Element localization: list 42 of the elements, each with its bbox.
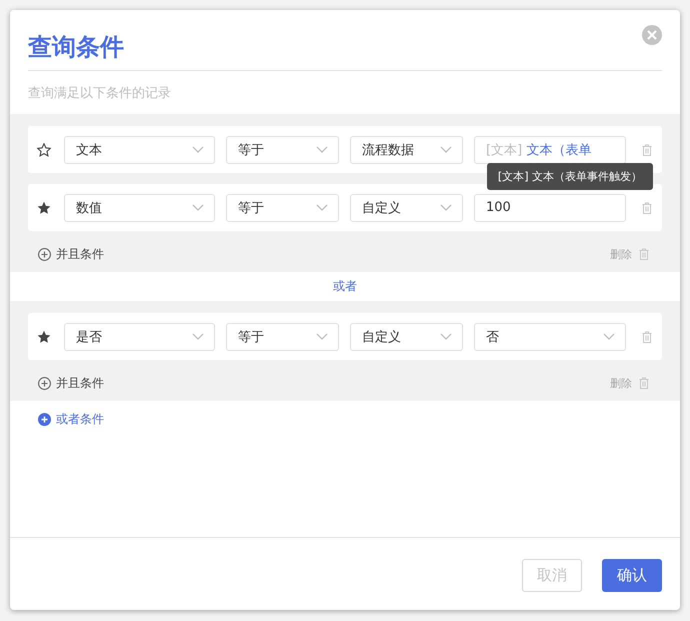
add-and-condition-button[interactable]: 并且条件 bbox=[28, 374, 104, 392]
chevron-down-icon bbox=[440, 146, 452, 153]
source-select[interactable]: 自定义 bbox=[350, 322, 463, 350]
confirm-button[interactable]: 确认 bbox=[602, 559, 662, 592]
tooltip: [文本] 文本（表单事件触发） bbox=[486, 162, 653, 190]
chevron-down-icon bbox=[192, 333, 204, 340]
chevron-down-icon bbox=[316, 333, 328, 340]
value-field[interactable]: [文本] 文本（表单 bbox=[474, 136, 626, 164]
star-icon[interactable] bbox=[37, 330, 51, 344]
field-select[interactable]: 数值 bbox=[64, 194, 215, 222]
trash-icon[interactable] bbox=[642, 202, 652, 214]
add-and-condition-button[interactable]: 并且条件 bbox=[28, 246, 104, 262]
add-icon bbox=[38, 413, 51, 426]
chevron-down-icon bbox=[603, 333, 615, 340]
trash-icon[interactable] bbox=[639, 248, 649, 260]
chevron-down-icon bbox=[440, 204, 452, 211]
field-select[interactable]: 文本 bbox=[64, 136, 215, 164]
operator-select[interactable]: 等于 bbox=[226, 322, 339, 350]
chevron-down-icon bbox=[316, 146, 328, 153]
dialog-title: 查询条件 bbox=[28, 32, 124, 63]
value-field[interactable]: 100 bbox=[474, 194, 626, 222]
chevron-down-icon bbox=[192, 146, 204, 153]
add-or-condition-link[interactable]: 或者条件 bbox=[38, 411, 104, 428]
chevron-down-icon bbox=[316, 204, 328, 211]
trash-icon[interactable] bbox=[642, 144, 652, 156]
source-select[interactable]: 流程数据 bbox=[350, 136, 463, 164]
dialog-subtitle: 查询满足以下条件的记录 bbox=[28, 85, 172, 102]
chevron-down-icon bbox=[440, 333, 452, 340]
operator-select[interactable]: 等于 bbox=[226, 136, 339, 164]
close-icon[interactable] bbox=[642, 25, 662, 45]
add-icon bbox=[38, 376, 51, 390]
add-icon bbox=[38, 248, 51, 260]
trash-icon[interactable] bbox=[639, 377, 649, 389]
operator-select[interactable]: 等于 bbox=[226, 194, 339, 222]
field-select[interactable]: 是否 bbox=[64, 322, 215, 350]
value-select[interactable]: 否 bbox=[474, 322, 626, 350]
chevron-down-icon bbox=[192, 204, 204, 211]
or-label: 或者 bbox=[333, 278, 357, 295]
star-icon[interactable] bbox=[37, 142, 51, 156]
star-icon[interactable] bbox=[37, 200, 51, 214]
trash-icon[interactable] bbox=[642, 330, 652, 342]
source-select[interactable]: 自定义 bbox=[350, 194, 463, 222]
